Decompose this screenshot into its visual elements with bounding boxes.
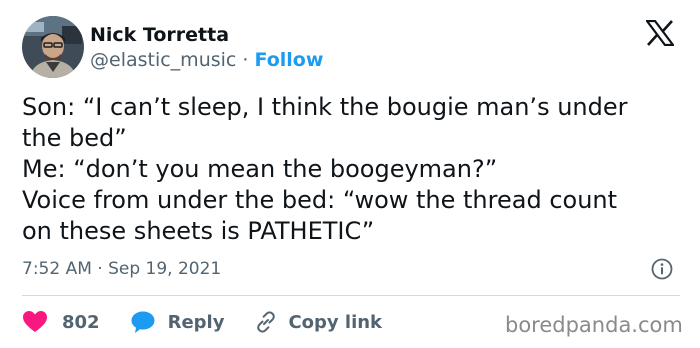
reply-label: Reply xyxy=(167,311,225,333)
avatar[interactable] xyxy=(22,16,84,78)
tweet-line: the bed” xyxy=(22,124,127,152)
tweet-line: Son: “I can’t sleep, I think the bougie … xyxy=(22,93,628,121)
info-icon[interactable] xyxy=(651,258,673,280)
like-button[interactable]: 802 xyxy=(22,310,100,334)
tweet-line: Voice from under the bed: “wow the threa… xyxy=(22,186,618,214)
x-logo-icon[interactable] xyxy=(646,20,674,46)
tweet-line: on these sheets is PATHETIC” xyxy=(22,217,375,245)
tweet-text: Son: “I can’t sleep, I think the bougie … xyxy=(22,92,682,247)
reply-button[interactable]: Reply xyxy=(130,310,225,334)
author-display-name[interactable]: Nick Torretta xyxy=(90,24,229,46)
tweet-card: Nick Torretta @elastic_music · Follow So… xyxy=(0,0,700,348)
action-bar: 802 Reply Copy link xyxy=(22,308,382,336)
copy-link-label: Copy link xyxy=(288,311,383,333)
reply-bubble-icon xyxy=(131,311,155,333)
follow-link[interactable]: Follow xyxy=(255,49,324,71)
heart-icon xyxy=(23,311,47,332)
copy-link-button[interactable]: Copy link xyxy=(254,310,382,334)
handle-separator: · xyxy=(242,49,249,71)
link-icon xyxy=(257,311,276,333)
author-handle[interactable]: @elastic_music xyxy=(90,49,236,71)
author-handle-row: @elastic_music · Follow xyxy=(90,48,323,72)
avatar-image xyxy=(22,16,84,78)
watermark: boredpanda.com xyxy=(505,313,683,337)
tweet-line: Me: “don’t you mean the boogeyman?” xyxy=(22,155,498,183)
tweet-timestamp[interactable]: 7:52 AM · Sep 19, 2021 xyxy=(22,258,221,280)
like-count: 802 xyxy=(62,311,100,333)
divider xyxy=(22,295,680,296)
